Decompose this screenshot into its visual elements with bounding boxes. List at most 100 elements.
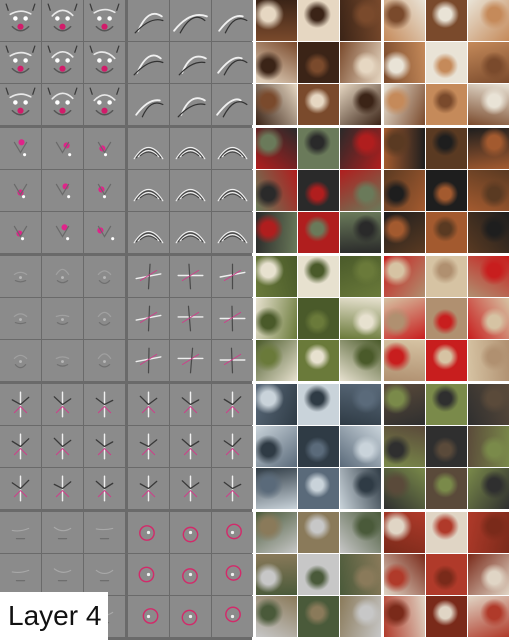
image-patch <box>256 84 297 125</box>
feature-visualization-cell <box>128 468 169 509</box>
feature-visualization-cell <box>42 170 83 211</box>
feature-visualization-cell <box>0 384 41 425</box>
image-patch <box>384 0 425 41</box>
feature-visualization-cell <box>0 512 41 553</box>
feature-visualization-cell <box>212 256 253 297</box>
feature-visualization-cell <box>42 42 83 83</box>
feature-visualization-cell <box>0 42 41 83</box>
image-patch <box>340 554 381 595</box>
image-patch <box>340 42 381 83</box>
image-patch-grid <box>256 0 511 640</box>
feature-visualization-cell <box>170 0 211 41</box>
feature-visualization-cell <box>212 84 253 125</box>
feature-visualization-cell <box>170 256 211 297</box>
feature-visualization-cell <box>128 554 169 595</box>
image-patch <box>426 42 467 83</box>
image-patch <box>384 596 425 637</box>
image-patch <box>340 0 381 41</box>
image-patch <box>340 596 381 637</box>
image-patch <box>426 84 467 125</box>
feature-visualization-cell <box>170 42 211 83</box>
feature-visualization-cell <box>170 426 211 467</box>
image-patch <box>426 596 467 637</box>
image-patch <box>256 596 297 637</box>
feature-visualization-cell <box>84 0 125 41</box>
image-patch <box>256 512 297 553</box>
feature-visualization-cell <box>42 128 83 169</box>
feature-visualization-cell <box>170 298 211 339</box>
image-patch <box>298 170 339 211</box>
image-patch <box>340 426 381 467</box>
feature-visualization-cell <box>128 170 169 211</box>
feature-visualization-cell <box>128 128 169 169</box>
feature-visualization-cell <box>0 128 41 169</box>
feature-visualization-cell <box>0 426 41 467</box>
image-patch <box>384 340 425 381</box>
image-patch <box>468 256 509 297</box>
feature-visualization-cell <box>212 384 253 425</box>
image-patch <box>426 554 467 595</box>
image-patch <box>256 42 297 83</box>
feature-visualization-cell <box>84 554 125 595</box>
feature-visualization-cell <box>170 512 211 553</box>
feature-visualization-cell <box>128 596 169 637</box>
image-patch <box>384 212 425 253</box>
feature-visualization-cell <box>212 42 253 83</box>
image-patch <box>384 384 425 425</box>
image-patch <box>426 298 467 339</box>
image-patch <box>384 554 425 595</box>
feature-visualization-cell <box>170 128 211 169</box>
image-patch <box>468 128 509 169</box>
feature-visualization-cell <box>212 298 253 339</box>
image-patch <box>426 0 467 41</box>
feature-visualization-grid <box>0 0 253 640</box>
feature-visualization-cell <box>170 212 211 253</box>
image-patch <box>340 384 381 425</box>
feature-visualization-cell <box>170 384 211 425</box>
feature-visualization-cell <box>0 256 41 297</box>
image-patch <box>426 128 467 169</box>
feature-visualization-cell <box>0 170 41 211</box>
feature-visualization-cell <box>170 170 211 211</box>
layer-label: Layer 4 <box>0 592 108 640</box>
image-patch <box>298 512 339 553</box>
image-patch <box>468 596 509 637</box>
image-patch <box>256 340 297 381</box>
image-patch <box>384 128 425 169</box>
feature-visualization-cell <box>212 0 253 41</box>
image-patch <box>298 84 339 125</box>
feature-visualization-cell <box>170 340 211 381</box>
feature-visualization-cell <box>212 340 253 381</box>
image-patch <box>298 468 339 509</box>
image-patch <box>298 128 339 169</box>
image-patch <box>298 384 339 425</box>
feature-visualization-figure: Layer 4 <box>0 0 511 640</box>
image-patch <box>468 512 509 553</box>
feature-visualization-cell <box>42 0 83 41</box>
feature-visualization-cell <box>84 128 125 169</box>
feature-visualization-cell <box>0 298 41 339</box>
image-patch <box>298 554 339 595</box>
image-patch <box>384 256 425 297</box>
feature-visualization-cell <box>128 42 169 83</box>
feature-visualization-cell <box>42 512 83 553</box>
feature-visualization-cell <box>84 426 125 467</box>
feature-visualization-cell <box>128 340 169 381</box>
feature-visualization-cell <box>170 554 211 595</box>
image-patch <box>340 256 381 297</box>
image-patch <box>256 298 297 339</box>
image-patch <box>384 42 425 83</box>
feature-visualization-cell <box>84 512 125 553</box>
feature-visualization-cell <box>0 340 41 381</box>
image-patch <box>256 0 297 41</box>
feature-visualization-cell <box>42 468 83 509</box>
image-patch <box>256 212 297 253</box>
feature-visualization-cell <box>84 212 125 253</box>
feature-visualization-cell <box>128 384 169 425</box>
image-patch <box>256 170 297 211</box>
image-patch <box>384 170 425 211</box>
image-patch <box>340 298 381 339</box>
image-patch <box>340 170 381 211</box>
image-patch <box>426 256 467 297</box>
image-patch <box>298 0 339 41</box>
